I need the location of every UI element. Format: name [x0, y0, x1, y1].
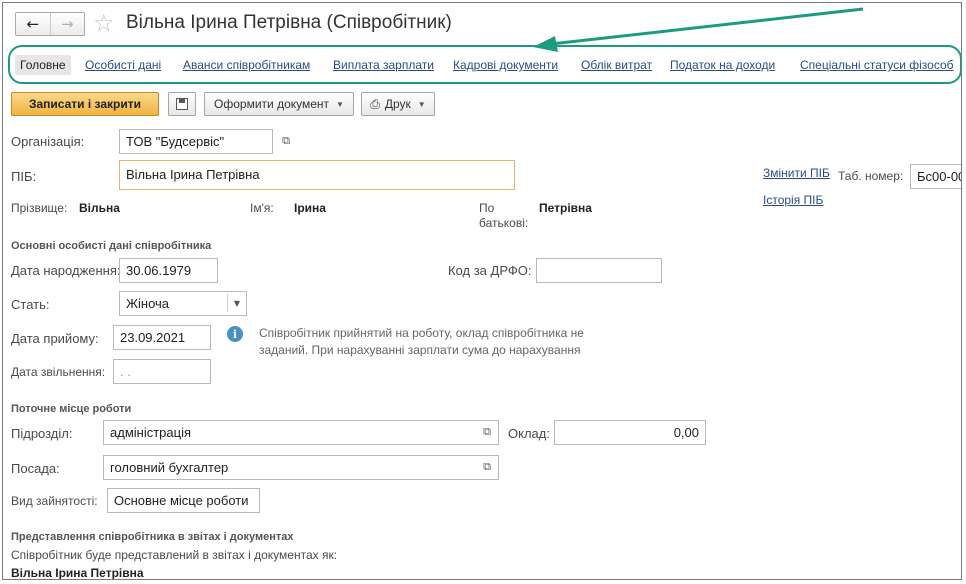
employment-type-label: Вид зайнятості:	[11, 494, 98, 508]
department-label: Підрозділ:	[11, 426, 73, 441]
birth-date-field[interactable]: 30.06.1979	[119, 258, 218, 283]
patronymic-label-line2: батькові:	[479, 216, 529, 230]
position-label: Посада:	[11, 461, 60, 476]
floppy-disk-icon	[176, 98, 188, 110]
birth-date-label: Дата народження:	[11, 263, 121, 278]
hire-date-field[interactable]: 23.09.2021	[113, 325, 211, 350]
organization-label: Організація:	[11, 134, 85, 149]
hire-info-line2: заданий. При нарахуванні зарплати сума д…	[259, 343, 581, 357]
full-name-field[interactable]: Вільна Ірина Петрівна	[119, 160, 515, 190]
change-name-link[interactable]: Змінити ПІБ	[763, 166, 830, 180]
dropdown-caret-icon[interactable]: ▼	[227, 294, 246, 312]
employee-window: ← → ☆ Вільна Ірина Петрівна (Співробітни…	[2, 2, 962, 580]
info-icon: i	[227, 326, 243, 342]
patronymic-value: Петрівна	[539, 201, 592, 215]
printer-icon: ⎙	[370, 96, 380, 111]
hire-date-label: Дата прийому:	[11, 331, 99, 346]
position-field[interactable]: головний бухгалтер	[103, 455, 499, 480]
workplace-section-title: Поточне місце роботи	[11, 403, 132, 415]
surname-label: Прізвище:	[11, 201, 68, 215]
print-button[interactable]: ⎙ Друк ▼	[361, 92, 435, 116]
full-name-label: ПІБ:	[11, 169, 37, 184]
save-button[interactable]	[168, 92, 196, 116]
drfo-code-label: Код за ДРФО:	[448, 263, 532, 278]
dropdown-caret-icon: ▼	[417, 99, 426, 109]
open-link-icon[interactable]: ⧉	[478, 423, 496, 441]
save-close-button[interactable]: Записати і закрити	[11, 92, 159, 116]
first-name-label: Ім'я:	[250, 201, 274, 215]
create-document-button[interactable]: Оформити документ ▼	[204, 92, 354, 116]
dropdown-caret-icon: ▼	[336, 99, 344, 109]
hire-info-line1: Співробітник прийнятий на роботу, оклад …	[259, 326, 584, 340]
organization-field[interactable]: ТОВ "Будсервіс"	[119, 129, 273, 154]
drfo-code-field[interactable]	[536, 258, 662, 283]
tab-number-label: Таб. номер:	[838, 169, 904, 183]
patronymic-label-line1: По	[479, 201, 495, 215]
personal-section-title: Основні особисті дані співробітника	[11, 240, 212, 252]
gender-label: Стать:	[11, 297, 50, 312]
representation-description: Співробітник буде представлений в звітах…	[11, 548, 338, 562]
surname-value: Вільна	[79, 201, 120, 215]
employment-type-field[interactable]: Основне місце роботи	[107, 488, 260, 513]
open-link-icon[interactable]: ⧉	[478, 458, 496, 476]
salary-label: Оклад:	[508, 426, 550, 441]
dismissal-date-field[interactable]: . .	[113, 359, 211, 384]
dismissal-date-label: Дата звільнення:	[11, 365, 106, 379]
tab-number-field[interactable]: Бс00-00	[910, 164, 961, 189]
representation-section-title: Представлення співробітника в звітах і д…	[11, 531, 294, 543]
open-link-icon[interactable]: ⧉	[277, 132, 295, 150]
representation-value: Вільна Ірина Петрівна	[11, 566, 144, 580]
salary-field[interactable]: 0,00	[554, 420, 706, 445]
department-field[interactable]: адміністрація	[103, 420, 499, 445]
first-name-value: Ірина	[294, 201, 326, 215]
name-history-link[interactable]: Історія ПІБ	[763, 193, 823, 207]
